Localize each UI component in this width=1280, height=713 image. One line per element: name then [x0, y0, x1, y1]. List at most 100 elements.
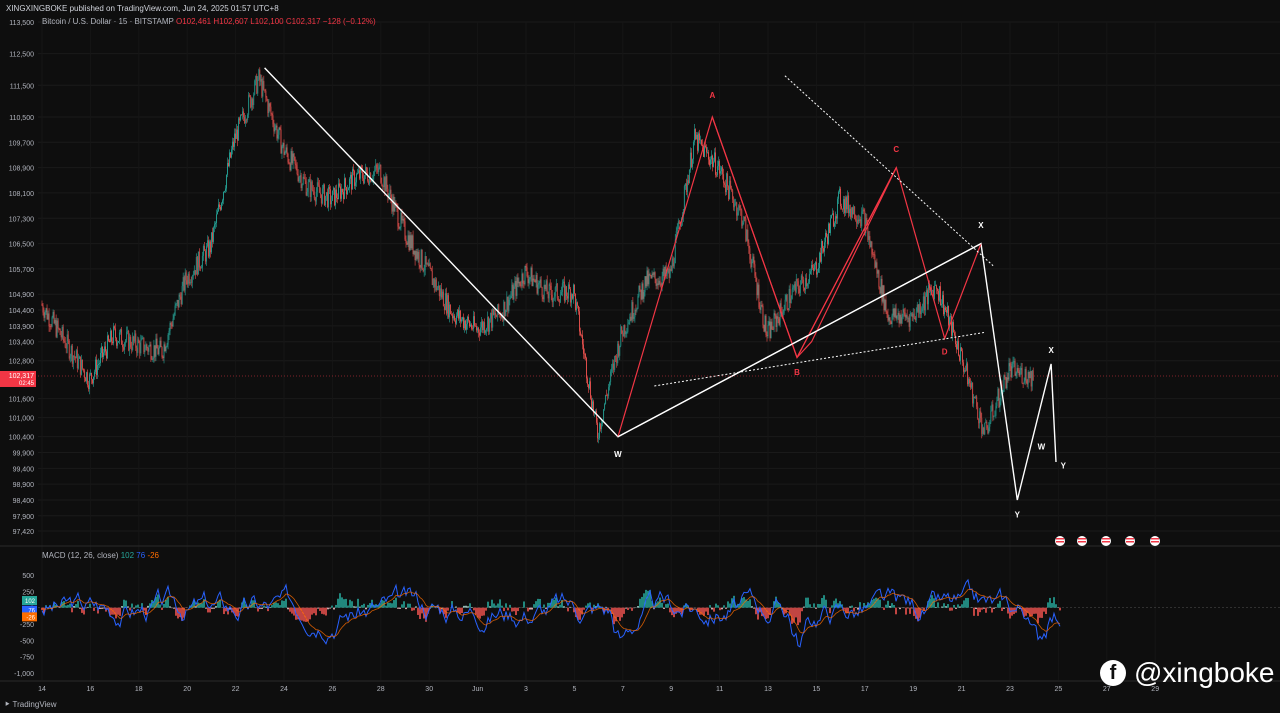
candle-body — [778, 318, 780, 325]
candle-body — [205, 246, 207, 262]
candle-body — [292, 153, 294, 164]
candle-body — [561, 283, 563, 292]
candle-body — [580, 331, 581, 336]
candle-body — [544, 284, 546, 290]
price-tick: 108,100 — [9, 191, 34, 198]
candle-body — [988, 426, 990, 434]
time-tick: 13 — [764, 686, 772, 693]
macd-histogram-bar — [239, 607, 241, 609]
candle-body — [164, 344, 166, 352]
candle-body — [1017, 368, 1019, 372]
candle-body — [410, 235, 412, 249]
wave-label: B — [794, 368, 800, 377]
candle-body — [265, 90, 267, 98]
macd-histogram-bar — [909, 607, 911, 614]
candle-body — [173, 314, 175, 319]
macd-histogram-bar — [393, 600, 395, 608]
candle-body — [323, 184, 325, 206]
candle-body — [654, 272, 656, 280]
candle-body — [543, 284, 545, 300]
candle-body — [849, 208, 851, 214]
macd-histogram-bar — [977, 607, 979, 616]
candle-body — [873, 254, 875, 256]
candle-body — [706, 147, 707, 153]
candle-body — [495, 312, 497, 317]
macd-histogram-bar — [215, 606, 217, 608]
tradingview-logo[interactable]: ⯈ TradingView — [4, 700, 57, 710]
candle-body — [85, 372, 87, 382]
candle-body — [531, 267, 533, 287]
candle-body — [550, 285, 552, 295]
macd-histogram-bar — [979, 607, 981, 613]
candle-body — [459, 310, 460, 319]
macd-histogram-bar — [847, 607, 849, 613]
candle-body — [419, 265, 421, 268]
candle-body — [192, 274, 194, 277]
macd-histogram-bar — [963, 600, 965, 608]
candle-body — [332, 190, 333, 201]
macd-histogram-bar — [505, 603, 507, 608]
candle-body — [172, 318, 174, 327]
macd-value-tag: -26 — [26, 615, 35, 621]
macd-histogram-bar — [331, 605, 333, 608]
macd-histogram-bar — [619, 607, 621, 621]
candle-body — [237, 129, 239, 141]
macd-legend[interactable]: MACD (12, 26, close) 102 76 -26 — [42, 551, 159, 560]
candle-body — [608, 387, 610, 396]
candle-body — [627, 324, 629, 332]
candle-body — [112, 341, 113, 344]
macd-histogram-bar — [905, 607, 907, 615]
candle-body — [306, 191, 308, 196]
candle-body — [285, 147, 287, 153]
time-tick: 16 — [87, 686, 95, 693]
candle-body — [712, 155, 713, 167]
candle-body — [652, 273, 654, 275]
candle-body — [977, 406, 979, 419]
macd-histogram-bar — [415, 606, 417, 608]
macd-histogram-bar — [931, 595, 933, 608]
candle-body — [701, 139, 702, 145]
candle-body — [953, 322, 954, 333]
macd-histogram-bar — [213, 607, 215, 609]
candle-body — [191, 276, 193, 283]
candle-body — [591, 398, 592, 409]
macd-histogram-bar — [533, 604, 535, 608]
candle-body — [869, 236, 871, 248]
macd-histogram-bar — [471, 607, 473, 608]
candle-body — [291, 151, 293, 164]
macd-histogram-bar — [941, 606, 943, 608]
candle-body — [68, 340, 70, 359]
macd-histogram-bar — [535, 601, 537, 608]
macd-histogram-bar — [413, 607, 415, 611]
macd-histogram-bar — [335, 604, 337, 608]
candle-body — [376, 164, 378, 169]
candle-body — [129, 336, 131, 351]
candle-body — [128, 331, 130, 351]
candle-body — [181, 286, 183, 305]
candle-body — [571, 294, 573, 299]
macd-histogram-bar — [721, 607, 723, 610]
macd-histogram-bar — [319, 607, 321, 611]
candle-body — [1022, 382, 1024, 384]
candle-body — [462, 317, 463, 320]
symbol-legend[interactable]: Bitcoin / U.S. Dollar · 15 · BITSTAMP O1… — [42, 17, 376, 26]
time-tick: 11 — [716, 686, 723, 693]
candle-body — [924, 296, 926, 311]
candle-body — [251, 98, 253, 108]
macd-histogram-bar — [311, 607, 313, 615]
macd-histogram-bar — [801, 607, 803, 612]
candle-body — [329, 189, 331, 205]
candle-body — [693, 128, 695, 143]
trading-chart[interactable]: W A B C D X Y W X Y 113,500 112,500 111,500 110,500 1… — [0, 0, 1280, 713]
macd-histogram-bar — [817, 603, 819, 608]
candle-body — [541, 287, 543, 297]
candle-body — [696, 134, 697, 140]
candle-body — [218, 204, 219, 212]
wave-label: A — [709, 91, 715, 100]
candle-body — [757, 284, 759, 296]
candle-body — [709, 159, 710, 165]
candle-body — [90, 373, 91, 375]
candle-body — [718, 161, 719, 167]
candle-body — [638, 285, 640, 297]
candle-body — [74, 356, 76, 359]
